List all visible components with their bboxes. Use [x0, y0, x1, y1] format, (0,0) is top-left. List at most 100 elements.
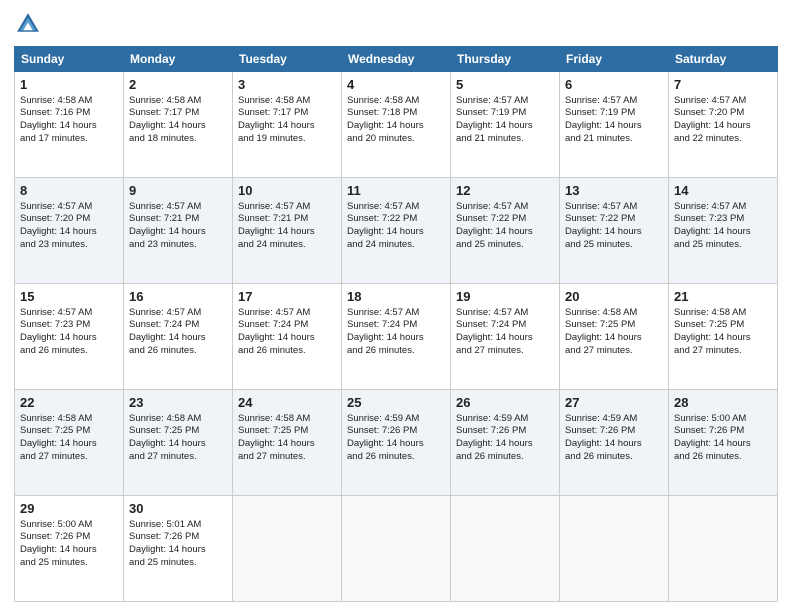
day-info-line: Sunrise: 4:58 AM	[565, 307, 637, 318]
calendar-day-cell: 14Sunrise: 4:57 AMSunset: 7:23 PM Dayligh…	[669, 178, 778, 284]
calendar-day-cell	[451, 496, 560, 602]
day-info-line: Sunrise: 4:59 AM	[565, 413, 637, 424]
day-info-line: and 23 minutes.	[129, 239, 197, 250]
day-number: 16	[129, 288, 227, 306]
calendar-day-cell: 17Sunrise: 4:57 AMSunset: 7:24 PMDayligh…	[233, 284, 342, 390]
calendar-day-cell: 1Sunrise: 4:58 AMSunset: 7:16 PMDaylight…	[15, 72, 124, 178]
day-number: 5	[456, 76, 554, 94]
day-number: 8	[20, 182, 118, 200]
day-number: 29	[20, 500, 118, 518]
page-container: SundayMondayTuesdayWednesdayThursdayFrid…	[0, 0, 792, 612]
day-info-line: Sunrise: 4:57 AM	[456, 95, 528, 106]
day-info-line: Sunset: 7:17 PM	[238, 107, 308, 118]
day-info-line: Sunset: 7:24 PM	[129, 319, 199, 330]
day-info-line: Daylight: 14 hours	[20, 226, 97, 237]
day-info-line: and 17 minutes.	[20, 133, 88, 144]
calendar-header-row: SundayMondayTuesdayWednesdayThursdayFrid…	[15, 47, 778, 72]
day-info-line: Daylight: 14 hours	[129, 332, 206, 343]
day-info-line: Daylight: 14 hours	[238, 438, 315, 449]
day-info-line: Daylight: 14 hours	[456, 226, 533, 237]
day-info-line: Sunset: 7:22 PM	[347, 213, 417, 224]
day-info-line: Sunrise: 4:57 AM	[456, 307, 528, 318]
day-number: 10	[238, 182, 336, 200]
day-number: 17	[238, 288, 336, 306]
day-info-line: and 26 minutes.	[674, 451, 742, 462]
day-info-line: Sunrise: 4:57 AM	[20, 201, 92, 212]
calendar-day-cell: 29Sunrise: 5:00 AMSunset: 7:26 PMDayligh…	[15, 496, 124, 602]
logo	[14, 10, 46, 38]
calendar-day-cell: 2Sunrise: 4:58 AMSunset: 7:17 PMDaylight…	[124, 72, 233, 178]
day-info-line: Sunrise: 4:58 AM	[20, 95, 92, 106]
calendar-day-cell: 12Sunrise: 4:57 AMSunset: 7:22 PMDayligh…	[451, 178, 560, 284]
day-info-line: Sunrise: 4:57 AM	[129, 307, 201, 318]
day-number: 14	[674, 182, 772, 200]
column-header-saturday: Saturday	[669, 47, 778, 72]
day-info-line: Sunrise: 5:01 AM	[129, 519, 201, 530]
day-info-line: and 21 minutes.	[456, 133, 524, 144]
day-number: 2	[129, 76, 227, 94]
calendar-day-cell: 16Sunrise: 4:57 AMSunset: 7:24 PM Dayligh…	[124, 284, 233, 390]
day-info-line: and 23 minutes.	[20, 239, 88, 250]
calendar-week-row: 1Sunrise: 4:58 AMSunset: 7:16 PMDaylight…	[15, 72, 778, 178]
calendar-day-cell	[233, 496, 342, 602]
day-info-line: Sunset: 7:22 PM	[565, 213, 635, 224]
day-info-line: Daylight: 14 hours	[674, 226, 751, 237]
calendar-day-cell: 22Sunrise: 4:58 AMSunset: 7:25 PMDayligh…	[15, 390, 124, 496]
calendar-day-cell: 9Sunrise: 4:57 AMSunset: 7:21 PMDaylight…	[124, 178, 233, 284]
day-number: 24	[238, 394, 336, 412]
day-info-line: Sunset: 7:26 PM	[456, 425, 526, 436]
day-info-line: and 21 minutes.	[565, 133, 633, 144]
calendar-day-cell: 30Sunrise: 5:01 AMSunset: 7:26 PMDayligh…	[124, 496, 233, 602]
day-info-line: Sunset: 7:23 PM	[674, 213, 744, 224]
day-info-line: Daylight: 14 hours	[238, 332, 315, 343]
column-header-monday: Monday	[124, 47, 233, 72]
column-header-thursday: Thursday	[451, 47, 560, 72]
day-info-line: and 18 minutes.	[129, 133, 197, 144]
day-number: 22	[20, 394, 118, 412]
day-info-line: and 27 minutes.	[238, 451, 306, 462]
day-number: 23	[129, 394, 227, 412]
day-info-line: Sunrise: 5:00 AM	[20, 519, 92, 530]
day-number: 11	[347, 182, 445, 200]
calendar-day-cell: 28Sunrise: 5:00 AMSunset: 7:26 PMDayligh…	[669, 390, 778, 496]
day-info-line: Sunset: 7:19 PM	[456, 107, 526, 118]
calendar-day-cell: 6Sunrise: 4:57 AMSunset: 7:19 PMDaylight…	[560, 72, 669, 178]
day-info-line: Sunset: 7:24 PM	[456, 319, 526, 330]
calendar-table: SundayMondayTuesdayWednesdayThursdayFrid…	[14, 46, 778, 602]
day-info-line: and 27 minutes.	[129, 451, 197, 462]
day-info-line: and 25 minutes.	[565, 239, 633, 250]
day-number: 25	[347, 394, 445, 412]
day-number: 13	[565, 182, 663, 200]
day-info-line: Sunrise: 4:57 AM	[238, 307, 310, 318]
day-info-line: Sunrise: 4:58 AM	[238, 95, 310, 106]
day-info-line: and 25 minutes.	[674, 239, 742, 250]
calendar-day-cell: 15Sunrise: 4:57 AMSunset: 7:23 PMDayligh…	[15, 284, 124, 390]
calendar-day-cell: 19Sunrise: 4:57 AMSunset: 7:24 PMDayligh…	[451, 284, 560, 390]
day-info-line: Sunset: 7:26 PM	[129, 531, 199, 542]
day-info-line: Sunrise: 4:57 AM	[674, 201, 746, 212]
calendar-day-cell: 27Sunrise: 4:59 AMSunset: 7:26 PMDayligh…	[560, 390, 669, 496]
column-header-friday: Friday	[560, 47, 669, 72]
day-info-line: Daylight: 14 hours	[129, 544, 206, 555]
day-info-line: Sunrise: 4:57 AM	[347, 307, 419, 318]
day-number: 12	[456, 182, 554, 200]
day-info-line: Sunset: 7:20 PM	[674, 107, 744, 118]
day-number: 7	[674, 76, 772, 94]
day-info-line: Sunrise: 4:58 AM	[674, 307, 746, 318]
day-info-line: Sunset: 7:18 PM	[347, 107, 417, 118]
calendar-day-cell: 20Sunrise: 4:58 AMSunset: 7:25 PMDayligh…	[560, 284, 669, 390]
calendar-day-cell: 8Sunrise: 4:57 AMSunset: 7:20 PMDaylight…	[15, 178, 124, 284]
day-info-line: and 26 minutes.	[347, 345, 415, 356]
day-info-line: and 25 minutes.	[456, 239, 524, 250]
day-number: 6	[565, 76, 663, 94]
day-info-line: Daylight: 14 hours	[456, 120, 533, 131]
day-info-line: Sunset: 7:17 PM	[129, 107, 199, 118]
day-info-line: Sunrise: 4:57 AM	[20, 307, 92, 318]
day-info-line: Sunrise: 5:00 AM	[674, 413, 746, 424]
calendar-day-cell: 7Sunrise: 4:57 AMSunset: 7:20 PMDaylight…	[669, 72, 778, 178]
day-info-line: and 24 minutes.	[347, 239, 415, 250]
day-info-line: Daylight: 14 hours	[674, 120, 751, 131]
day-info-line: Sunset: 7:26 PM	[20, 531, 90, 542]
day-info-line: Sunset: 7:16 PM	[20, 107, 90, 118]
day-number: 19	[456, 288, 554, 306]
